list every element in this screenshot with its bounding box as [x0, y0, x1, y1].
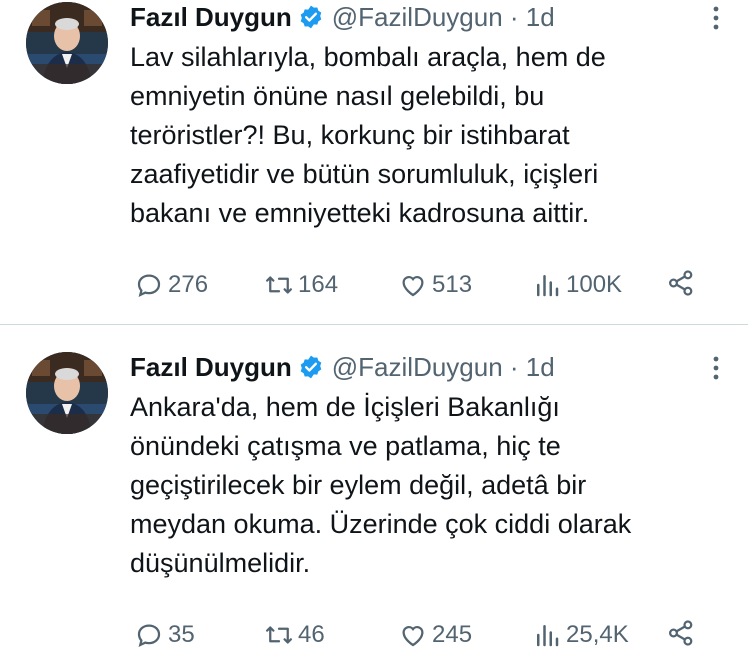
- tweet-text: Ankara'da, hem de İçişleri Bakanlığı önü…: [130, 392, 632, 578]
- view-count: 25,4K: [566, 621, 629, 648]
- more-vertical-icon[interactable]: [710, 354, 722, 382]
- retweet-count: 164: [298, 271, 339, 298]
- author-avatar[interactable]: [26, 352, 108, 434]
- reply-button[interactable]: 276: [134, 268, 208, 302]
- tweet-2[interactable]: Fazıl Duygun @FazilDuygun · 1d Ankara'da…: [0, 350, 748, 667]
- retweet-count: 46: [298, 621, 325, 648]
- tweet-text: Lav silahlarıyla, bombalı araçla, hem de…: [130, 42, 606, 228]
- author-avatar[interactable]: [26, 2, 108, 84]
- more-vertical-icon[interactable]: [710, 4, 722, 32]
- avatar-photo: [26, 352, 108, 434]
- share-button[interactable]: [666, 618, 696, 653]
- reply-count: 276: [168, 271, 209, 298]
- share-icon: [668, 270, 693, 296]
- view-count: 100K: [566, 271, 623, 298]
- author-name[interactable]: Fazıl Duygun: [130, 352, 292, 383]
- like-button[interactable]: 245: [398, 618, 472, 652]
- share-button[interactable]: [666, 268, 696, 303]
- verified-badge-icon: [298, 4, 324, 30]
- tweet-divider: [0, 324, 748, 325]
- heart-icon: [402, 626, 424, 647]
- verified-badge-icon: [298, 354, 324, 380]
- reply-button[interactable]: 35: [134, 618, 195, 652]
- like-count: 513: [432, 271, 473, 298]
- heart-icon: [402, 276, 424, 297]
- retweet-icon: [266, 276, 292, 294]
- retweet-icon: [266, 626, 292, 644]
- like-button[interactable]: 513: [398, 268, 472, 302]
- author-handle-time[interactable]: @FazilDuygun · 1d: [332, 352, 555, 383]
- share-icon: [668, 620, 693, 646]
- author-handle-time[interactable]: @FazilDuygun · 1d: [332, 2, 555, 33]
- tweet-1[interactable]: Fazıl Duygun @FazilDuygun · 1d Lav silah…: [0, 0, 748, 324]
- tweet-actions: 276 164 513 100K: [134, 268, 704, 302]
- author-name[interactable]: Fazıl Duygun: [130, 2, 292, 33]
- reply-icon: [137, 274, 161, 298]
- tweet-actions: 35 46 245 25,4K: [134, 618, 704, 652]
- views-chart-icon: [537, 625, 559, 647]
- reply-icon: [137, 624, 161, 648]
- reply-count: 35: [168, 621, 195, 648]
- views-chart-icon: [537, 275, 559, 297]
- views-button[interactable]: 100K: [532, 268, 622, 302]
- views-button[interactable]: 25,4K: [532, 618, 629, 652]
- retweet-button[interactable]: 164: [264, 268, 338, 302]
- like-count: 245: [432, 621, 473, 648]
- retweet-button[interactable]: 46: [264, 618, 325, 652]
- avatar-photo: [26, 2, 108, 84]
